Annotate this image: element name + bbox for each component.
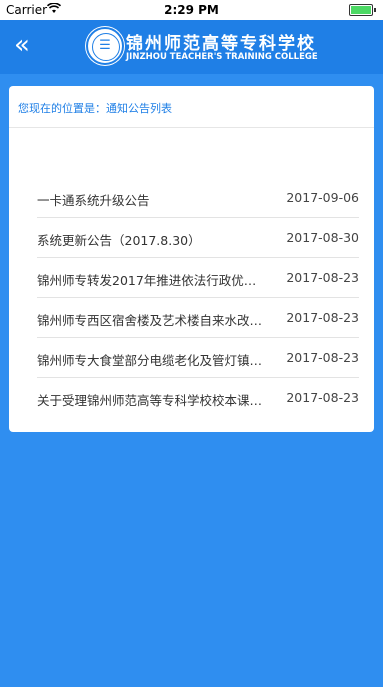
- notice-date: 2017-08-23: [286, 350, 359, 365]
- list-item[interactable]: 一卡通系统升级公告 2017-09-06: [37, 178, 359, 218]
- list-item[interactable]: 系统更新公告（2017.8.30） 2017-08-30: [37, 218, 359, 258]
- app-header: « ☰ 锦州师范高等专科学校 JINZHOU TEACHER'S TRAININ…: [0, 20, 383, 74]
- battery-level: [351, 6, 371, 14]
- notice-date: 2017-08-23: [286, 270, 359, 285]
- notice-title[interactable]: 系统更新公告（2017.8.30）: [37, 230, 272, 249]
- seal-glyph: ☰: [99, 38, 111, 53]
- school-seal-icon: ☰: [86, 27, 124, 65]
- notice-date: 2017-08-23: [286, 310, 359, 325]
- notice-card: 您现在的位置是：通知公告列表 一卡通系统升级公告 2017-09-06 系统更新…: [9, 86, 374, 432]
- back-button[interactable]: «: [10, 32, 34, 58]
- clock: 2:29 PM: [164, 3, 219, 17]
- school-logo: ☰ 锦州师范高等专科学校 JINZHOU TEACHER'S TRAINING …: [86, 27, 318, 67]
- list-item[interactable]: 锦州师专西区宿舍楼及艺术楼自来水改… 2017-08-23: [37, 298, 359, 338]
- notice-title[interactable]: 锦州师专转发2017年推进依法行政优…: [37, 270, 272, 289]
- notice-title[interactable]: 关于受理锦州师范高等专科学校校本课…: [37, 390, 272, 409]
- notice-title[interactable]: 锦州师专大食堂部分电缆老化及管灯镇…: [37, 350, 272, 369]
- list-item[interactable]: 锦州师专大食堂部分电缆老化及管灯镇… 2017-08-23: [37, 338, 359, 378]
- double-chevron-left-icon: «: [14, 30, 30, 60]
- school-name-cn: 锦州师范高等专科学校: [126, 34, 316, 54]
- battery-icon: [349, 4, 376, 16]
- notice-date: 2017-08-30: [286, 230, 359, 245]
- list-item[interactable]: 关于受理锦州师范高等专科学校校本课… 2017-08-23: [37, 378, 359, 418]
- notice-title[interactable]: 一卡通系统升级公告: [37, 190, 272, 209]
- notice-date: 2017-09-06: [286, 190, 359, 205]
- notice-title[interactable]: 锦州师专西区宿舍楼及艺术楼自来水改…: [37, 310, 272, 329]
- notice-list: 一卡通系统升级公告 2017-09-06 系统更新公告（2017.8.30） 2…: [37, 178, 359, 418]
- school-name-en: JINZHOU TEACHER'S TRAINING COLLEGE: [126, 52, 318, 62]
- status-bar: Carrier 2:29 PM: [0, 0, 383, 20]
- list-item[interactable]: 锦州师专转发2017年推进依法行政优… 2017-08-23: [37, 258, 359, 298]
- notice-date: 2017-08-23: [286, 390, 359, 405]
- breadcrumb: 您现在的位置是：通知公告列表: [9, 86, 374, 128]
- breadcrumb-prefix: 您现在的位置是：: [18, 102, 106, 115]
- breadcrumb-current[interactable]: 通知公告列表: [106, 102, 172, 115]
